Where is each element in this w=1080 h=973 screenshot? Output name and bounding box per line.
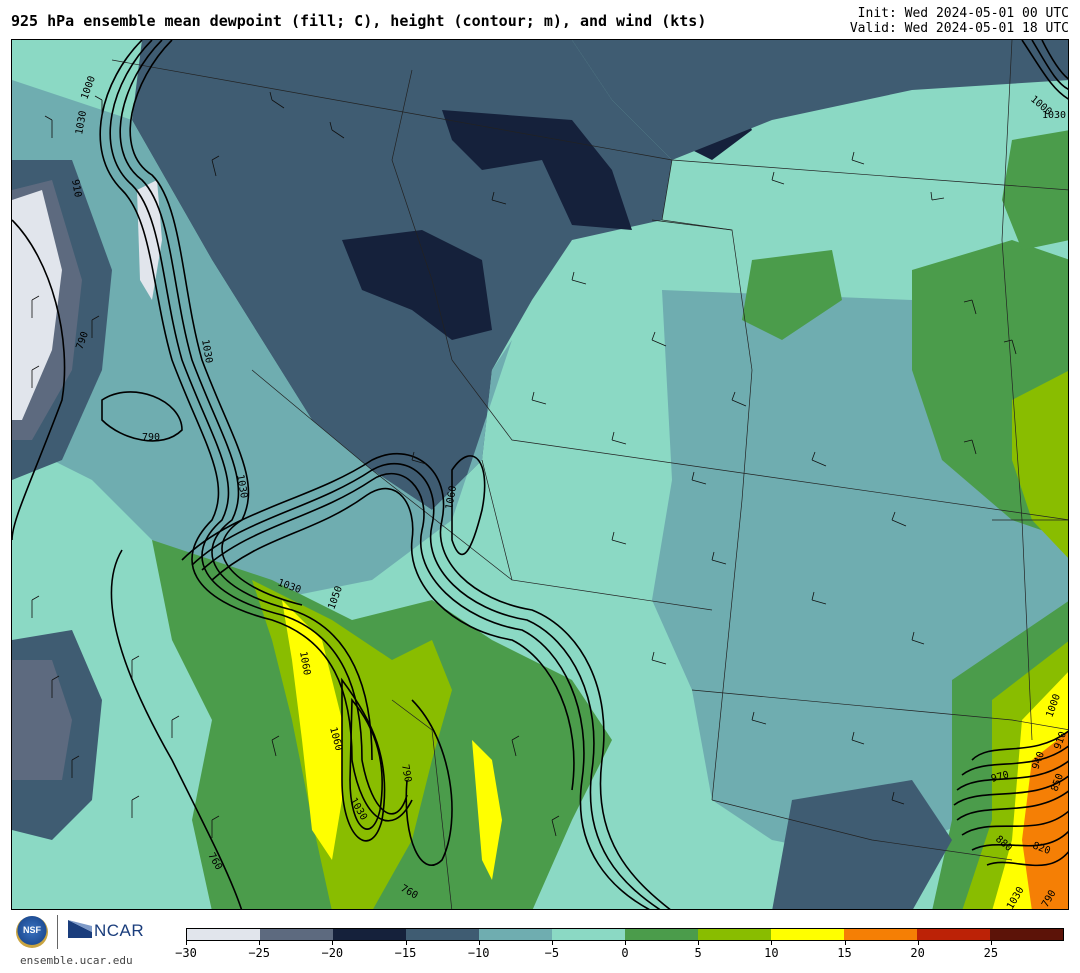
colorbar-tick-label: −30 [175,946,197,960]
colorbar-tick-label: −15 [394,946,417,960]
ncar-mark-icon [68,920,92,938]
time-info: Init: Wed 2024-05-01 00 UTC Valid: Wed 2… [850,6,1069,36]
colorbar-swatch [260,929,333,940]
colorbar-tick [990,941,992,945]
colorbar-swatch [625,929,698,940]
colorbar-tick-label: 20 [910,946,925,960]
colorbar-tick-label: 5 [694,946,702,960]
colorbar-ticks: −30 −25 −20 −15 −10 −5 0 5 10 15 20 25 [175,941,1064,971]
colorbar-swatch [917,929,990,940]
colorbar-tick [771,941,773,945]
colorbar-tick [186,941,187,945]
fill-region-ne-green [1002,130,1068,250]
ncar-logo: NCAR [94,921,145,940]
colorbar-tick [917,941,919,945]
contour-label: 1000 [79,75,98,101]
nsf-logo-icon: NSF [16,916,48,948]
colorbar-tick-label: 15 [837,946,852,960]
logo-divider [57,915,58,949]
colorbar-tick [478,941,480,945]
footer-logos: NSF NCAR ensemble.ucar.edu [14,913,154,973]
colorbar-tick [259,941,261,945]
colorbar-tick [551,941,553,945]
valid-time: Valid: Wed 2024-05-01 18 UTC [849,21,1069,36]
colorbar-swatch [333,929,406,940]
colorbar-tick-label: 10 [764,946,779,960]
colorbar-swatch [844,929,917,940]
colorbar-tick [405,941,407,945]
colorbar-swatch [771,929,844,940]
colorbar-tick-label: −25 [248,946,270,960]
map-title: 925 hPa ensemble mean dewpoint (fill; C)… [11,12,707,30]
colorbar-tick-label: −5 [544,946,560,960]
map-canvas: 790 1030 790 1030 1000 910 1030 1030 106… [12,40,1068,909]
colorbar-swatch [698,929,771,940]
colorbar-tick-label: 25 [983,946,999,960]
colorbar-tick [698,941,700,945]
colorbar-tick-label: 0 [621,946,629,960]
colorbar-tick [332,941,334,945]
colorbar-swatch [187,929,260,940]
init-time: Init: Wed 2024-05-01 00 UTC [857,6,1069,21]
colorbar-swatch [479,929,552,940]
colorbar-swatch [552,929,625,940]
colorbar-tick-label: −20 [321,946,344,960]
contour-label: 1050 [326,585,345,611]
contour-label: 790 [142,432,160,443]
colorbar-swatch [406,929,479,940]
colorbar-tick [844,941,846,945]
colorbar-swatch [990,929,1063,940]
nsf-logo-text: NSF [23,925,41,935]
dewpoint-map: 790 1030 790 1030 1000 910 1030 1030 106… [11,39,1069,910]
colorbar-tick-label: −10 [467,946,490,960]
site-url[interactable]: ensemble.ucar.edu [20,954,133,967]
colorbar [186,928,1064,941]
fill-region-south-dry [772,780,952,909]
colorbar-tick [625,941,626,945]
